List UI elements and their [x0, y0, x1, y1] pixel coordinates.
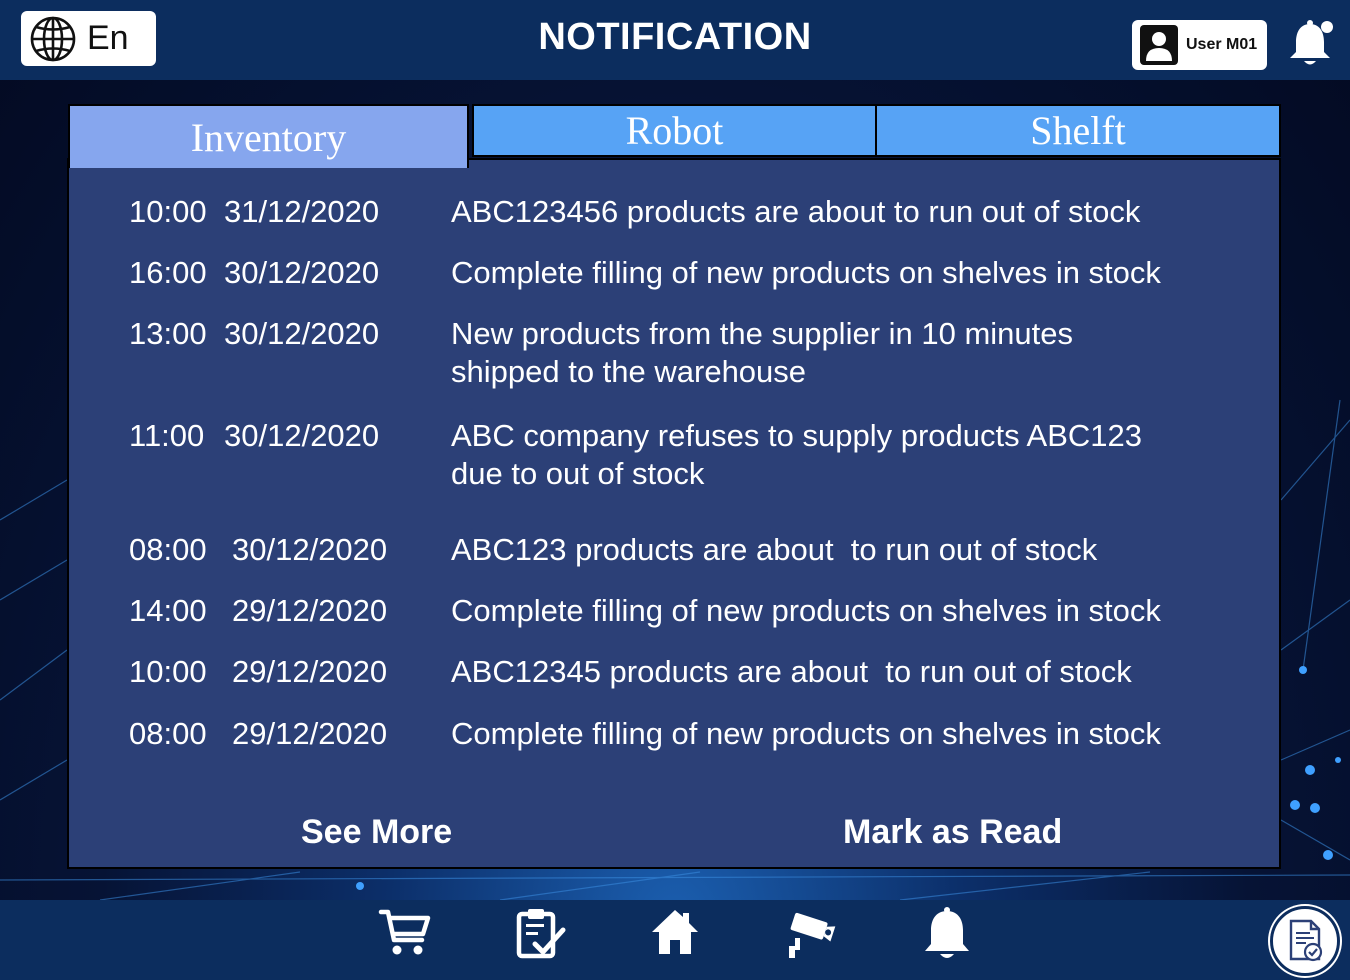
notification-item[interactable]: 13:00 30/12/2020 New products from the s…	[129, 315, 1229, 393]
notification-date: 29/12/2020	[232, 716, 388, 751]
notification-message: ABC12345 products are about to run out o…	[451, 654, 1132, 689]
notification-item[interactable]: 14:00 29/12/2020 Complete filling of new…	[129, 592, 1229, 632]
tab-shelf-label: Shelft	[1030, 108, 1126, 153]
notification-item[interactable]: 16:00 30/12/2020 Complete filling of new…	[129, 254, 1229, 294]
notification-item[interactable]: 10:00 29/12/2020 ABC12345 products are a…	[129, 653, 1229, 693]
notification-message: Complete filling of new products on shel…	[451, 716, 1161, 751]
mark-as-read-button[interactable]: Mark as Read	[843, 813, 1062, 852]
report-button[interactable]	[1270, 906, 1340, 976]
notification-time: 10:00	[129, 194, 207, 229]
notification-time: 13:00	[129, 316, 207, 351]
notification-item[interactable]: 08:00 29/12/2020 Complete filling of new…	[129, 715, 1229, 755]
clipboard-check-icon[interactable]	[515, 906, 567, 960]
notification-time: 14:00	[129, 593, 207, 628]
notification-date: 29/12/2020	[232, 593, 388, 628]
notification-time: 16:00	[129, 255, 207, 290]
tab-robot-label: Robot	[625, 108, 724, 153]
tab-robot[interactable]: Robot	[472, 104, 877, 157]
notification-date: 30/12/2020	[232, 532, 388, 567]
notification-message: New products from the supplier in 10 min…	[451, 316, 1074, 389]
notification-message: ABC company refuses to supply products A…	[451, 418, 1142, 491]
notification-item[interactable]: 08:00 30/12/2020 ABC123 products are abo…	[129, 531, 1229, 571]
notification-message: ABC123456 products are about to run out …	[451, 194, 1141, 229]
bell-icon[interactable]	[921, 906, 973, 962]
notification-message: Complete filling of new products on shel…	[451, 255, 1161, 290]
notification-message: Complete filling of new products on shel…	[451, 593, 1161, 628]
notification-time: 11:00	[129, 418, 205, 453]
user-avatar-icon	[1140, 25, 1178, 65]
notification-date: 29/12/2020	[232, 654, 388, 689]
user-account-button[interactable]: User M01	[1132, 20, 1267, 70]
notification-time: 08:00	[129, 716, 207, 751]
notification-time: 08:00	[129, 532, 207, 567]
security-camera-icon[interactable]	[785, 906, 837, 958]
notification-date: 31/12/2020	[224, 194, 380, 229]
notification-item[interactable]: 10:00 31/12/2020 ABC123456 products are …	[129, 193, 1229, 233]
tab-shelf[interactable]: Shelft	[877, 104, 1281, 157]
notification-date: 30/12/2020	[224, 418, 380, 453]
notification-message: ABC123 products are about to run out of …	[451, 532, 1098, 567]
notification-bell-icon[interactable]	[1287, 18, 1337, 70]
notification-time: 10:00	[129, 654, 207, 689]
document-check-icon	[1289, 919, 1323, 962]
cart-icon[interactable]	[378, 906, 432, 958]
tab-inventory[interactable]: Inventory	[68, 104, 469, 168]
notification-date: 30/12/2020	[224, 255, 380, 290]
user-name: User M01	[1186, 36, 1258, 53]
home-icon[interactable]	[650, 906, 700, 958]
tab-inventory-label: Inventory	[190, 114, 347, 160]
notification-item[interactable]: 11:00 30/12/2020 ABC company refuses to …	[129, 417, 1229, 495]
notification-date: 30/12/2020	[224, 316, 380, 351]
see-more-button[interactable]: See More	[301, 813, 452, 852]
